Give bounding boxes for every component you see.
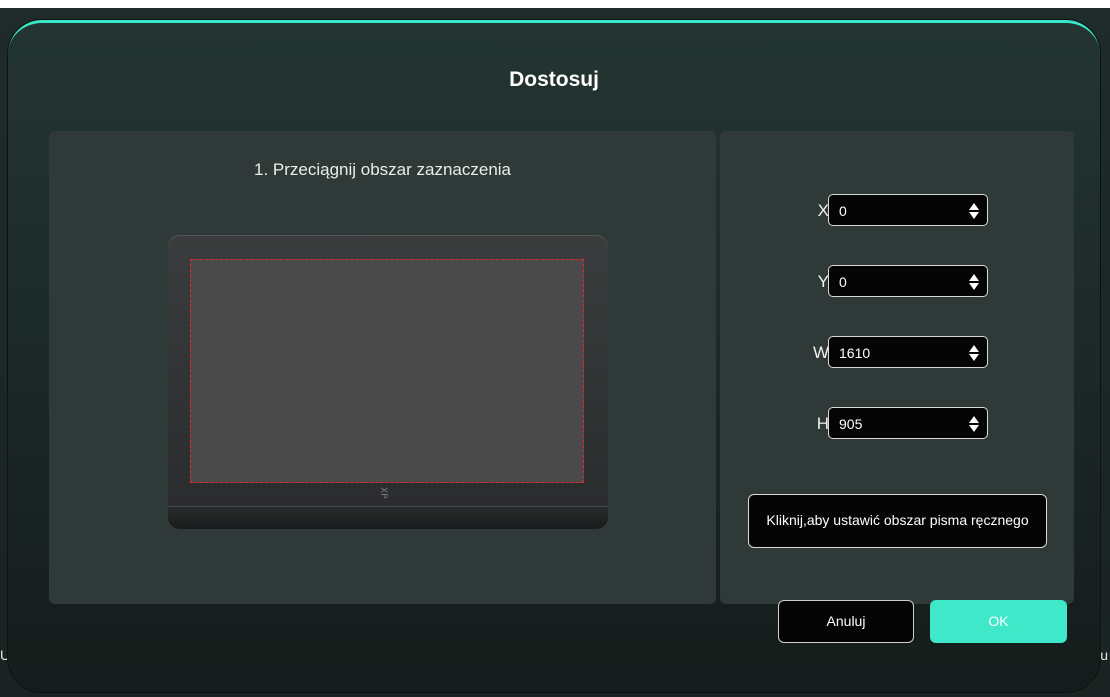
spin-down-icon[interactable] [969,212,979,219]
w-field-row: W 1610 [804,336,1004,370]
h-label: H [816,414,829,433]
y-value: 0 [839,274,847,290]
spin-up-icon[interactable] [969,203,979,210]
y-spinner-icon[interactable] [969,272,979,292]
ok-button[interactable]: OK [930,600,1067,643]
x-spinner-icon[interactable] [969,201,979,221]
drag-instruction: 1. Przeciągnij obszar zaznaczenia [253,160,512,179]
tablet-area-panel: 1. Przeciągnij obszar zaznaczenia XP [49,131,716,604]
h-input[interactable]: 905 [828,407,988,439]
cancel-button[interactable]: Anuluj [778,600,914,643]
w-spinner-icon[interactable] [969,343,979,363]
customize-dialog: Dostosuj 1. Przeciągnij obszar zaznaczen… [8,20,1100,692]
set-handwriting-area-button[interactable]: Kliknij,aby ustawić obszar pisma ręczneg… [748,494,1047,548]
h-spinner-icon[interactable] [969,414,979,434]
x-input[interactable]: 0 [828,194,988,226]
x-field-row: X 0 [804,194,1004,228]
spin-down-icon[interactable] [969,283,979,290]
background-text-right: u [1100,647,1108,663]
dialog-accent-border [8,20,1100,56]
set-handwriting-area-label: Kliknij,aby ustawić obszar pisma ręczneg… [766,512,1029,528]
spin-up-icon[interactable] [969,345,979,352]
dialog-title: Dostosuj [509,68,599,91]
y-label: Y [817,272,829,291]
x-value: 0 [839,203,847,219]
tablet-preview: XP [168,235,608,527]
w-input[interactable]: 1610 [828,336,988,368]
tablet-bezel-bottom [168,506,608,527]
spin-down-icon[interactable] [969,354,979,361]
x-label: X [817,201,829,220]
h-field-row: H 905 [804,407,1004,441]
w-label: W [812,343,829,362]
y-input[interactable]: 0 [828,265,988,297]
spin-up-icon[interactable] [969,416,979,423]
tablet-logo: XP [378,487,388,499]
y-field-row: Y 0 [804,265,1004,299]
w-value: 1610 [839,345,871,361]
h-value: 905 [839,416,863,432]
spin-up-icon[interactable] [969,274,979,281]
selection-area[interactable] [190,259,584,483]
spin-down-icon[interactable] [969,425,979,432]
coordinates-panel: X 0 Y 0 W 1610 H 905 Kliknij,aby ustawić… [720,131,1074,604]
